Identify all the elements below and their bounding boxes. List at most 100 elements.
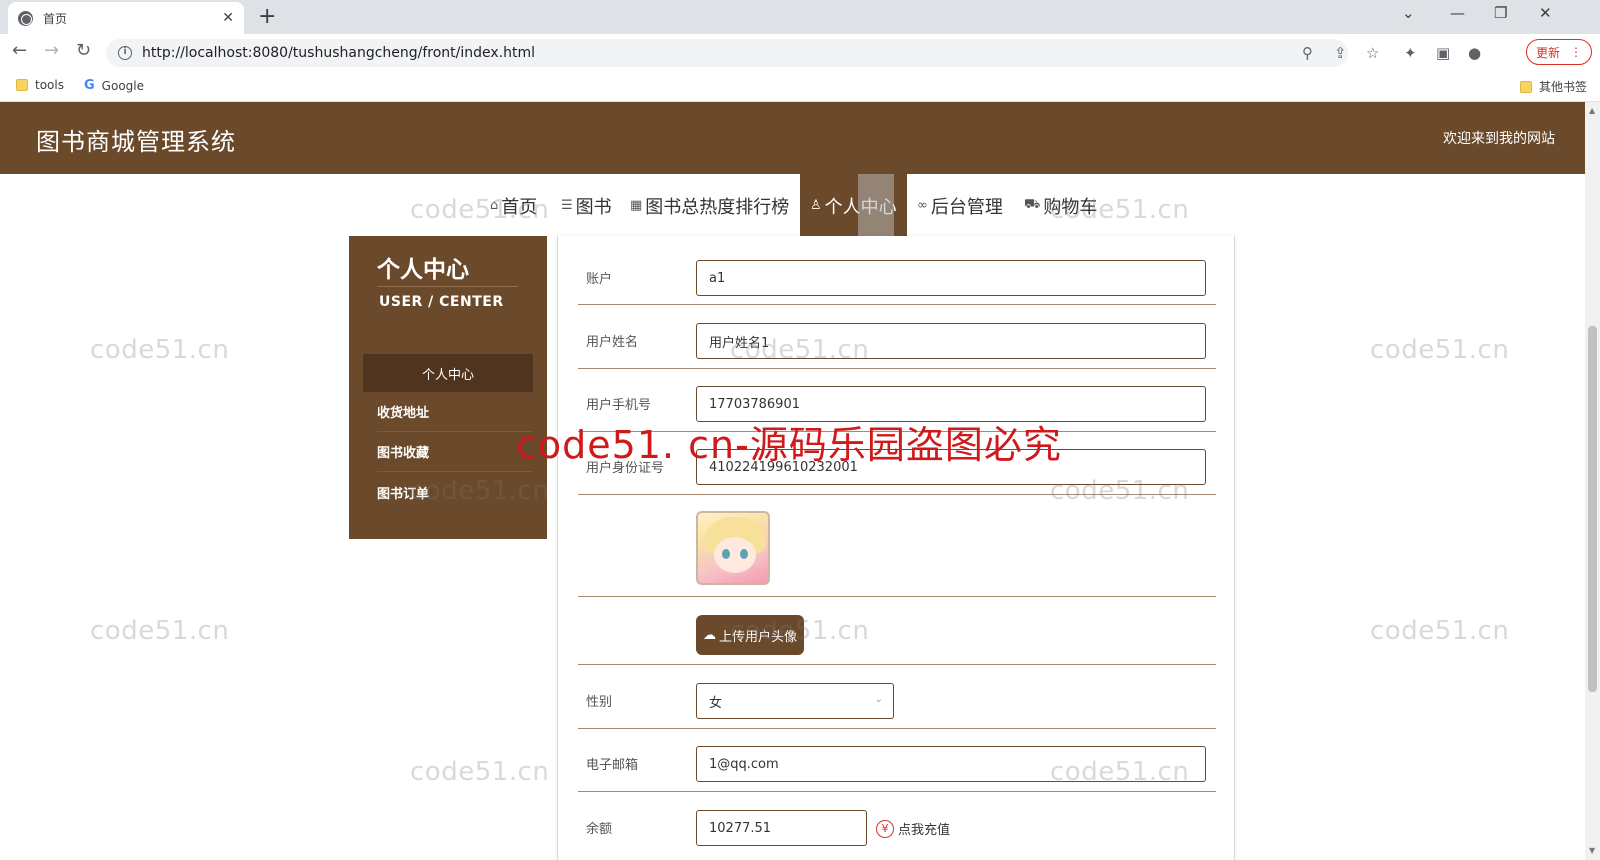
folder-icon [16, 79, 28, 91]
watermark: code51.cn [410, 757, 550, 787]
nav-home[interactable]: ⌂ 首页 [490, 174, 537, 237]
name-row: 用户姓名 用户姓名1 [578, 305, 1216, 369]
account-row: 账户 a1 [578, 236, 1216, 305]
nav-label: 图书总热度排行榜 [645, 196, 790, 218]
watermark: code51.cn [1370, 335, 1510, 365]
account-input[interactable]: a1 [696, 260, 1206, 296]
cloud-upload-icon: ☁ [702, 627, 716, 643]
email-input[interactable]: 1@qq.com [696, 746, 1206, 782]
nav-hover-highlight [858, 174, 894, 237]
id-card-input[interactable]: 410224199610232001 [696, 449, 1206, 485]
balance-row: 余额 10277.51 ¥ 点我充值 [578, 792, 1216, 860]
browser-tab-bar: 首页 ✕ + ⌄ — ❐ ✕ [0, 0, 1600, 34]
extensions-icon[interactable]: ✦ [1404, 44, 1417, 62]
user-icon: ♙ [810, 198, 822, 213]
tab-title: 首页 [43, 11, 68, 26]
profile-form: 账户 a1 用户姓名 用户姓名1 用户手机号 17703786901 用户身份证… [557, 236, 1235, 860]
phone-input[interactable]: 17703786901 [696, 386, 1206, 422]
bookmark-star-icon[interactable]: ☆ [1366, 44, 1379, 62]
avatar-eye [740, 549, 748, 559]
reload-button[interactable]: ↻ [76, 40, 91, 61]
recharge-link[interactable]: ¥ 点我充值 [876, 819, 950, 838]
account-label: 账户 [586, 272, 613, 287]
gift-icon: ▦ [630, 198, 643, 213]
bookmark-google[interactable]: G Google [84, 78, 144, 93]
restore-button[interactable]: ❐ [1494, 4, 1507, 22]
minimize-button[interactable]: — [1450, 4, 1465, 22]
new-tab-button[interactable]: + [258, 4, 276, 29]
upload-avatar-button[interactable]: ☁ 上传用户头像 [696, 615, 804, 655]
upload-row: ☁ 上传用户头像 [578, 597, 1216, 665]
globe-icon [18, 10, 33, 26]
sidebar-item-favorites[interactable]: 图书收藏 [377, 432, 532, 472]
watermark: code51.cn [90, 616, 230, 646]
forward-button[interactable]: → [44, 40, 59, 61]
sidebar-item-address[interactable]: 收货地址 [377, 392, 532, 432]
watermark: code51.cn [90, 335, 230, 365]
gender-row: 性别 女 ⌄ [578, 665, 1216, 729]
name-input[interactable]: 用户姓名1 [696, 323, 1206, 359]
tab-search-icon[interactable]: ⌄ [1402, 4, 1415, 22]
link-icon: ∞ [917, 198, 928, 213]
avatar-eye [722, 549, 730, 559]
back-button[interactable]: ← [12, 40, 27, 61]
nav-ranking[interactable]: ▦ 图书总热度排行榜 [630, 174, 789, 237]
user-sidebar: 个人中心 USER / CENTER 个人中心 收货地址 图书收藏 图书订单 [349, 236, 547, 539]
bookmark-label: Google [101, 78, 144, 93]
nav-cart[interactable]: ⛟ 购物车 [1024, 174, 1097, 237]
gender-select[interactable]: 女 ⌄ [696, 683, 894, 719]
id-card-label: 用户身份证号 [586, 461, 665, 476]
other-bookmarks[interactable]: 其他书签 [1520, 78, 1587, 95]
sidebar-divider [377, 286, 518, 287]
zoom-icon[interactable]: ⚲ [1302, 44, 1313, 62]
upload-label: 上传用户头像 [718, 629, 797, 645]
yen-icon: ¥ [876, 819, 894, 838]
site-title: 图书商城管理系统 [36, 128, 236, 156]
url-text: http://localhost:8080/tushushangcheng/fr… [142, 45, 536, 61]
google-icon: G [84, 78, 95, 93]
layers-icon: ☰ [561, 198, 573, 213]
address-bar[interactable]: i http://localhost:8080/tushushangcheng/… [106, 39, 1348, 67]
sidebar-subtitle: USER / CENTER [379, 294, 504, 310]
sidebar-item-user-center[interactable]: 个人中心 [363, 354, 533, 392]
update-button[interactable]: 更新 ⋮ [1526, 39, 1592, 65]
bookmark-tools[interactable]: tools [16, 78, 64, 92]
folder-icon [1520, 80, 1532, 93]
sidebar-title: 个人中心 [377, 257, 469, 283]
recharge-label: 点我充值 [898, 823, 951, 838]
nav-admin[interactable]: ∞ 后台管理 [917, 174, 1003, 237]
chevron-down-icon: ⌄ [874, 694, 883, 705]
balance-label: 余额 [586, 822, 613, 837]
close-tab-icon[interactable]: ✕ [222, 10, 234, 26]
more-menu-icon: ⋮ [1570, 45, 1582, 59]
profile-icon[interactable]: ● [1468, 44, 1481, 62]
nav-label: 购物车 [1043, 196, 1098, 218]
watermark: code51.cn [1370, 616, 1510, 646]
avatar-face [714, 537, 756, 573]
email-row: 电子邮箱 1@qq.com [578, 729, 1216, 792]
welcome-text: 欢迎来到我的网站 [1443, 131, 1555, 147]
balance-input[interactable]: 10277.51 [696, 810, 867, 846]
share-icon[interactable]: ⇪ [1334, 44, 1347, 62]
scroll-up-icon[interactable]: ▲ [1589, 106, 1595, 115]
avatar-image [696, 511, 770, 585]
site-info-icon[interactable]: i [118, 46, 132, 60]
main-nav: ⌂ 首页 ☰ 图书 ▦ 图书总热度排行榜 ♙ 个人中心 ∞ 后台管理 ⛟ 购物车 [0, 174, 1585, 237]
side-panel-icon[interactable]: ▣ [1436, 44, 1450, 62]
home-icon: ⌂ [490, 198, 499, 213]
page-scrollbar[interactable]: ▲ ▼ [1585, 102, 1600, 860]
nav-books[interactable]: ☰ 图书 [561, 174, 612, 237]
cart-icon: ⛟ [1024, 197, 1041, 212]
close-window-button[interactable]: ✕ [1539, 4, 1552, 22]
site-header: 图书商城管理系统 欢迎来到我的网站 [0, 102, 1585, 174]
scroll-down-icon[interactable]: ▼ [1589, 846, 1595, 855]
email-label: 电子邮箱 [586, 758, 639, 773]
phone-label: 用户手机号 [586, 398, 652, 413]
other-bookmarks-label: 其他书签 [1539, 80, 1588, 94]
gender-value: 女 [709, 695, 723, 711]
scroll-thumb[interactable] [1588, 326, 1597, 692]
page-viewport: 图书商城管理系统 欢迎来到我的网站 ⌂ 首页 ☰ 图书 ▦ 图书总热度排行榜 ♙… [0, 102, 1585, 860]
sidebar-item-orders[interactable]: 图书订单 [377, 472, 532, 512]
bookmark-label: tools [35, 78, 64, 92]
browser-tab[interactable]: 首页 ✕ [8, 2, 244, 34]
